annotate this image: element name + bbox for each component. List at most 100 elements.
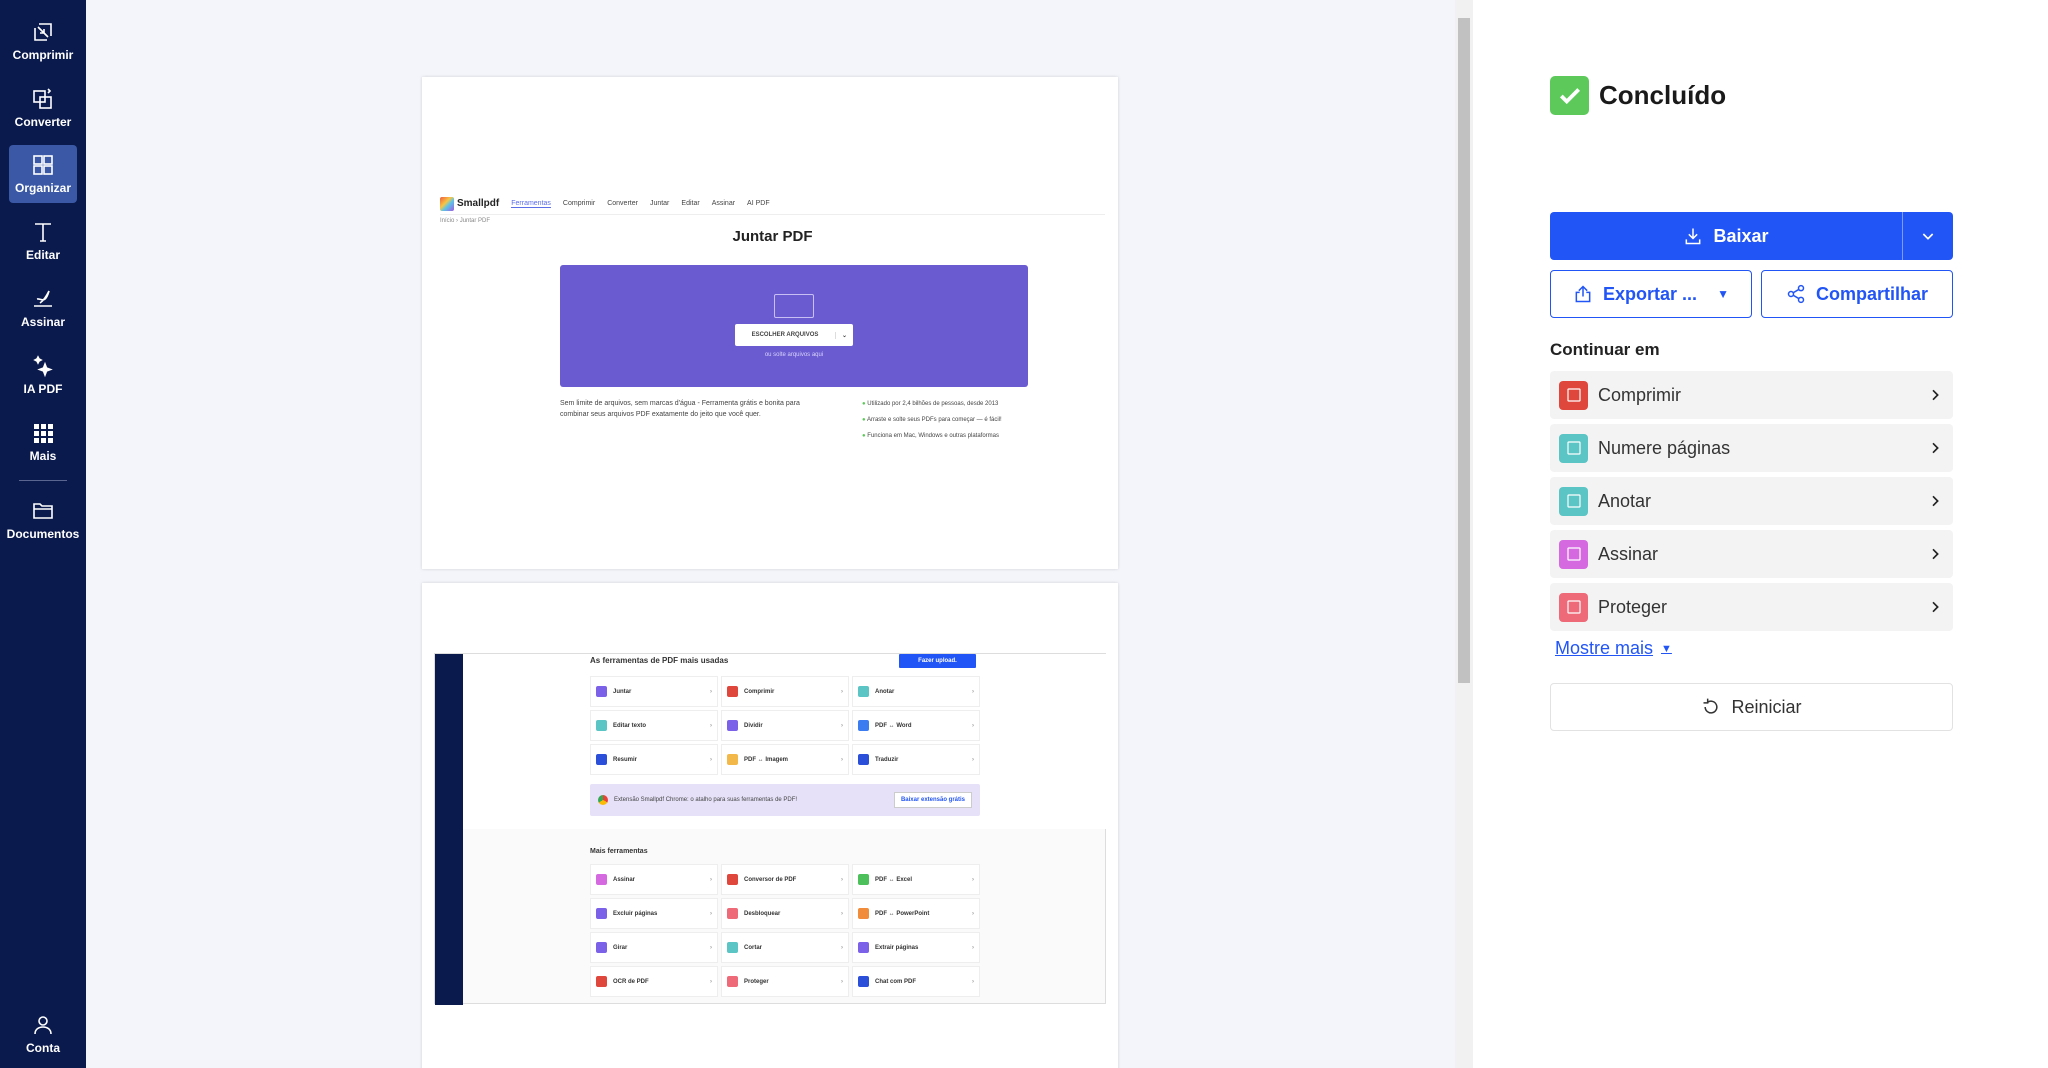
extension-text: Extensão Smallpdf Chrome: o atalho para … bbox=[614, 797, 798, 803]
download-options-button[interactable] bbox=[1902, 212, 1953, 260]
chevron-right-icon: › bbox=[710, 688, 712, 695]
tool-icon bbox=[858, 976, 869, 987]
feature-bullet: Arraste e solte seus PDFs para começar —… bbox=[866, 417, 1002, 423]
chrome-icon bbox=[598, 795, 608, 805]
tool-icon bbox=[727, 908, 738, 919]
download-button[interactable]: Baixar bbox=[1550, 212, 1902, 260]
sidebar-item-organizar[interactable]: Organizar bbox=[9, 145, 77, 203]
continue-tool-comprimir[interactable]: Comprimir bbox=[1550, 371, 1953, 419]
share-icon bbox=[1787, 284, 1805, 304]
share-button[interactable]: Compartilhar bbox=[1761, 270, 1953, 318]
export-button[interactable]: Exportar ... ▼ bbox=[1550, 270, 1752, 318]
breadcrumb-item: Início bbox=[440, 218, 455, 224]
mini-tool-card: Juntar › bbox=[590, 676, 718, 707]
tool-label: Numere páginas bbox=[1598, 437, 1731, 458]
caret-down-icon: ▼ bbox=[1661, 642, 1672, 655]
tool-icon bbox=[596, 874, 607, 885]
nav-item: Ferramentas bbox=[511, 199, 551, 208]
tool-label: PDF ↔ PowerPoint bbox=[875, 910, 930, 917]
page-1-title: Juntar PDF bbox=[732, 228, 813, 245]
panel-scrollbar[interactable] bbox=[2030, 0, 2048, 1068]
sidebar-item-documentos[interactable]: Documentos bbox=[7, 491, 79, 549]
chevron-right-icon bbox=[1932, 389, 1939, 401]
tool-label: OCR de PDF bbox=[613, 978, 649, 985]
tool-label: Assinar bbox=[1598, 543, 1659, 564]
tool-icon bbox=[596, 976, 607, 987]
sidebar-item-comprimir[interactable]: Comprimir bbox=[9, 12, 77, 70]
convert-icon bbox=[33, 88, 52, 109]
chevron-right-icon: › bbox=[710, 978, 712, 985]
page-thumbnail-1[interactable]: Smallpdf Ferramentas Comprimir Converter… bbox=[422, 77, 1118, 569]
tool-label: Juntar bbox=[613, 688, 632, 695]
restart-button[interactable]: Reiniciar bbox=[1550, 683, 1953, 731]
continue-tool-anotar[interactable]: Anotar bbox=[1550, 477, 1953, 525]
page-1-screenshot: Smallpdf Ferramentas Comprimir Converter… bbox=[440, 193, 1105, 453]
sidebar-item-mais[interactable]: Mais bbox=[9, 413, 77, 471]
mini-tool-card: Assinar › bbox=[590, 864, 718, 895]
mini-tool-card: PDF ↔ PowerPoint › bbox=[852, 898, 980, 929]
sidebar-item-assinar[interactable]: Assinar bbox=[9, 279, 77, 337]
sidebar-item-editar[interactable]: Editar bbox=[9, 212, 77, 270]
chevron-right-icon: › bbox=[841, 910, 843, 917]
tool-icon bbox=[727, 942, 738, 953]
mini-tool-card: Conversor de PDF › bbox=[721, 864, 849, 895]
compress-icon bbox=[1559, 380, 1588, 410]
apps-icon bbox=[34, 424, 53, 443]
mini-tool-card: Excluir páginas › bbox=[590, 898, 718, 929]
chevron-right-icon: › bbox=[972, 688, 974, 695]
tool-label: Comprimir bbox=[744, 688, 775, 695]
sidebar-item-label: Conta bbox=[26, 1041, 60, 1055]
sidebar-item-converter[interactable]: Converter bbox=[9, 79, 77, 137]
tool-icon bbox=[858, 908, 869, 919]
chevron-right-icon: › bbox=[841, 978, 843, 985]
chevron-right-icon bbox=[1932, 442, 1939, 454]
sidebar: Comprimir Converter Organizar Editar Ass… bbox=[0, 0, 86, 1068]
chevron-down-icon bbox=[1922, 233, 1934, 240]
sidebar-item-label: Comprimir bbox=[12, 48, 74, 62]
sidebar-item-label: Editar bbox=[25, 248, 60, 262]
continue-tool-proteger[interactable]: Proteger bbox=[1550, 583, 1953, 631]
tool-label: PDF ↔ Word bbox=[875, 722, 912, 729]
tool-icon bbox=[858, 686, 869, 697]
grid-icon bbox=[33, 155, 53, 175]
continue-tool-assinar[interactable]: Assinar bbox=[1550, 530, 1953, 578]
sidebar-item-ia-pdf[interactable]: IA PDF bbox=[9, 346, 77, 404]
show-more-link[interactable]: Mostre mais ▼ bbox=[1555, 638, 1672, 659]
more-tools-heading: Mais ferramentas bbox=[590, 848, 648, 855]
tool-label: PDF ↔ Excel bbox=[875, 876, 913, 883]
chevron-right-icon: › bbox=[841, 876, 843, 883]
chevron-right-icon: › bbox=[972, 944, 974, 951]
sidebar-item-label: Assinar bbox=[20, 315, 66, 329]
chevron-right-icon: › bbox=[710, 756, 712, 763]
chevron-right-icon: › bbox=[972, 978, 974, 985]
nav-item: Juntar bbox=[649, 200, 670, 207]
caret-down-icon: ▼ bbox=[1717, 287, 1729, 301]
breadcrumb-item: Juntar PDF bbox=[459, 218, 491, 224]
tools-heading: As ferramentas de PDF mais usadas bbox=[590, 656, 729, 665]
preview-scrollbar[interactable] bbox=[1455, 0, 1473, 1068]
mini-tool-card: Desbloquear › bbox=[721, 898, 849, 929]
sidebar-item-label: Documentos bbox=[6, 527, 80, 541]
nav-item: Assinar bbox=[711, 200, 736, 207]
page-thumbnail-2[interactable]: As ferramentas de PDF mais usadas Fazer … bbox=[422, 583, 1118, 1068]
text-icon bbox=[35, 223, 51, 242]
feature-bullet: Utilizado por 2,4 bilhões de pessoas, de… bbox=[867, 401, 999, 407]
restart-icon bbox=[1703, 698, 1719, 714]
nav-item: AI PDF bbox=[747, 200, 770, 207]
tool-label: Conversor de PDF bbox=[744, 876, 797, 883]
download-label: Baixar bbox=[1713, 225, 1769, 246]
mini-tool-card: Cortar › bbox=[721, 932, 849, 963]
drop-zone: ESCOLHER ARQUIVOS ⌄ ou solte arquivos aqu… bbox=[560, 265, 1028, 387]
upload-button: Fazer upload. bbox=[918, 658, 957, 664]
sidebar-item-label: Organizar bbox=[14, 181, 71, 195]
tool-label: Dividir bbox=[744, 722, 763, 729]
sidebar-item-label: IA PDF bbox=[23, 382, 63, 396]
continue-tool-numere-páginas[interactable]: Numere páginas bbox=[1550, 424, 1953, 472]
mini-tool-card: PDF ↔ Excel › bbox=[852, 864, 980, 895]
tool-label: Editar texto bbox=[613, 722, 647, 729]
tool-icon bbox=[858, 720, 869, 731]
mini-tool-card: Extrair páginas › bbox=[852, 932, 980, 963]
sidebar-item-conta[interactable]: Conta bbox=[9, 1005, 77, 1063]
nav-item: Comprimir bbox=[562, 200, 596, 207]
chevron-right-icon: › bbox=[841, 722, 843, 729]
